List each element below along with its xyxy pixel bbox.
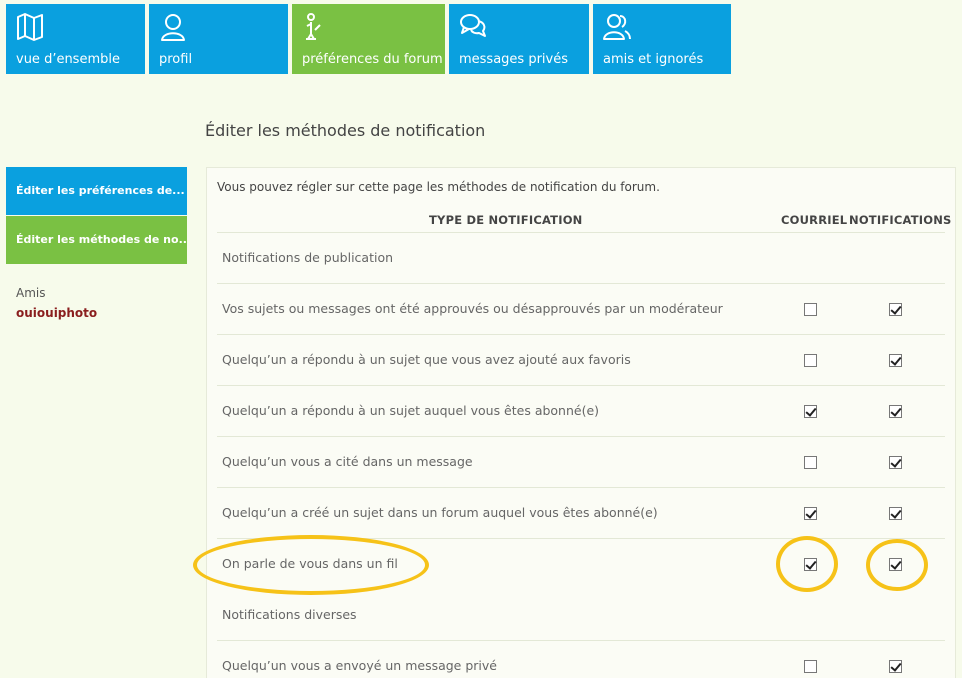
table-row: Quelqu’un vous a cité dans un message	[217, 437, 945, 488]
notification-checkbox[interactable]	[889, 660, 902, 673]
tab-overview-label: vue d’ensemble	[16, 52, 120, 67]
friends-heading: Amis	[16, 286, 46, 300]
email-checkbox[interactable]	[804, 405, 817, 418]
sidebar-item-edit-notification-methods[interactable]: Éditer les méthodes de no...	[6, 216, 187, 264]
tab-forum-preferences-label: préférences du forum	[302, 52, 443, 67]
chat-bubbles-icon	[460, 14, 486, 37]
table-row: Quelqu’un a répondu à un sujet que vous …	[217, 335, 945, 386]
column-header-notifications: NOTIFICATIONS	[849, 213, 952, 227]
notification-checkbox[interactable]	[889, 354, 902, 367]
notification-checkbox[interactable]	[889, 303, 902, 316]
table-row: Quelqu’un vous a envoyé un message privé	[217, 641, 945, 678]
row-label: Quelqu’un vous a cité dans un message	[222, 454, 473, 469]
email-checkbox[interactable]	[804, 303, 817, 316]
section-label: Notifications diverses	[222, 607, 357, 622]
row-label: Quelqu’un a créé un sujet dans un forum …	[222, 505, 658, 520]
row-label: On parle de vous dans un fil	[222, 556, 398, 571]
email-checkbox[interactable]	[804, 507, 817, 520]
notification-settings-panel: Vous pouvez régler sur cette page les mé…	[206, 167, 956, 678]
tab-forum-preferences[interactable]: préférences du forum	[292, 4, 445, 74]
section-label: Notifications de publication	[222, 250, 394, 265]
column-header-email: COURRIEL	[781, 213, 848, 227]
section-row-misc: Notifications diverses	[217, 590, 945, 641]
column-header-type: TYPE DE NOTIFICATION	[429, 213, 583, 227]
notification-checkbox[interactable]	[889, 456, 902, 469]
friend-link[interactable]: ouiouiphoto	[16, 306, 97, 320]
intro-text: Vous pouvez régler sur cette page les mé…	[217, 180, 660, 194]
tab-private-messages-label: messages privés	[459, 52, 569, 67]
email-checkbox[interactable]	[804, 558, 817, 571]
row-label: Quelqu’un vous a envoyé un message privé	[222, 658, 497, 673]
row-label: Vos sujets ou messages ont été approuvés…	[222, 301, 723, 316]
tab-overview[interactable]: vue d’ensemble	[6, 4, 145, 74]
row-label: Quelqu’un a répondu à un sujet que vous …	[222, 352, 631, 367]
tab-profile-label: profil	[159, 52, 193, 67]
table-row: Vos sujets ou messages ont été approuvés…	[217, 284, 945, 335]
notification-checkbox[interactable]	[889, 507, 902, 520]
settings-person-icon	[306, 13, 321, 40]
notification-checkbox[interactable]	[889, 405, 902, 418]
table-row: On parle de vous dans un fil	[217, 539, 945, 590]
tab-friends-foes-label: amis et ignorés	[603, 52, 704, 67]
notification-checkbox[interactable]	[889, 558, 902, 571]
tab-private-messages[interactable]: messages privés	[449, 4, 589, 74]
sidebar-item-edit-preferences[interactable]: Éditer les préférences de...	[6, 167, 187, 215]
email-checkbox[interactable]	[804, 456, 817, 469]
row-label: Quelqu’un a répondu à un sujet auquel vo…	[222, 403, 600, 418]
email-checkbox[interactable]	[804, 354, 817, 367]
page-title: Éditer les méthodes de notification	[205, 121, 486, 140]
user-icon	[161, 14, 185, 41]
section-row-publication: Notifications de publication	[217, 233, 945, 284]
tab-friends-foes[interactable]: amis et ignorés	[593, 4, 731, 74]
table-row: Quelqu’un a créé un sujet dans un forum …	[217, 488, 945, 539]
email-checkbox[interactable]	[804, 660, 817, 673]
table-row: Quelqu’un a répondu à un sujet auquel vo…	[217, 386, 945, 437]
friends-icon	[603, 14, 631, 40]
tab-profile[interactable]: profil	[149, 4, 288, 74]
map-icon	[17, 13, 43, 41]
